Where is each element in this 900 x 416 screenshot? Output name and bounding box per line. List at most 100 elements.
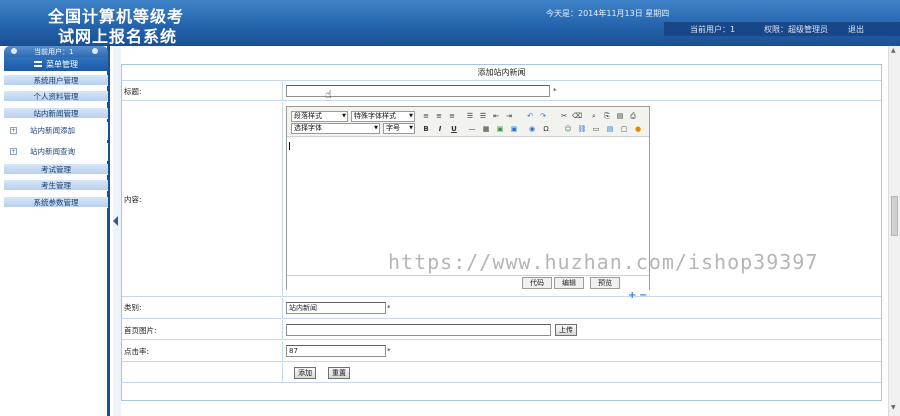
mouse-cursor-icon: ☝ xyxy=(325,88,332,101)
sidebar: 当前用户：1 菜单管理 系统用户管理 个人资料管理 站内新闻管理 + 站内新闻添… xyxy=(0,46,110,416)
current-date: 今天是：2014年11月13日 星期四 xyxy=(546,9,670,18)
align-right-icon[interactable]: ≡ xyxy=(447,111,457,121)
undo-icon[interactable]: ↶ xyxy=(525,111,535,121)
font-size-select[interactable]: 字号 ▼ xyxy=(383,123,415,134)
scroll-thumb[interactable] xyxy=(891,196,898,236)
special-font-select[interactable]: 特殊字体样式 ▼ xyxy=(351,111,415,122)
cut-icon[interactable]: ✂ xyxy=(559,111,569,121)
editor-toolbar: 段落样式 ▼ 特殊字体样式 ▼ 选择字体 ▼ 字号 ▼ ≡ ≡ ≡ ☰ ☰ ⇤ ⇥ ↶ … xyxy=(287,107,649,137)
horizontal-rule-icon[interactable]: — xyxy=(467,124,477,134)
insert-emotion-icon[interactable]: ☺ xyxy=(563,124,573,134)
insert-file-icon[interactable]: ▤ xyxy=(605,124,615,134)
row-clicks: 点击率: * xyxy=(122,341,881,362)
sidebar-item-params[interactable]: 系统参数管理 xyxy=(4,197,108,208)
ordered-list-icon[interactable]: ☰ xyxy=(465,111,475,121)
sidebar-subitem-label: 站内新闻添加 xyxy=(30,126,75,135)
sidebar-item-exam[interactable]: 考试管理 xyxy=(4,164,108,175)
insert-table-icon[interactable]: ▦ xyxy=(481,124,491,134)
find-icon[interactable]: ⌕ xyxy=(589,111,599,121)
current-user: 当前用户：1 xyxy=(690,25,736,34)
category-input[interactable] xyxy=(286,302,386,314)
insert-special-char-icon[interactable]: Ω xyxy=(541,124,551,134)
row-title: 标题: * xyxy=(122,82,881,101)
content-label: 内容: xyxy=(124,195,142,204)
font-size-value: 字号 xyxy=(386,124,400,132)
menu-title[interactable]: 菜单管理 xyxy=(4,57,108,71)
user-role: 权限：超级管理员 xyxy=(764,25,828,34)
category-label: 类别: xyxy=(124,303,142,312)
font-value: 选择字体 xyxy=(294,124,322,132)
sidebar-item-news[interactable]: 站内新闻管理 xyxy=(4,108,108,119)
sidebar-subitem-label: 站内新闻查询 xyxy=(30,147,75,156)
align-left-icon[interactable]: ≡ xyxy=(421,111,431,121)
sidebar-subitem-query-news[interactable]: + 站内新闻查询 xyxy=(4,143,108,161)
add-news-form: 添加站内新闻 标题: * 内容: 段落样式 ▼ 特殊字体样式 ▼ 选择字体 ▼ 字号 ▼… xyxy=(121,64,882,401)
sidebar-item-profile[interactable]: 个人资料管理 xyxy=(4,91,108,102)
scroll-up-icon[interactable]: ▲ xyxy=(891,47,898,55)
indent-icon[interactable]: ⇥ xyxy=(504,111,514,121)
insert-flash-icon[interactable]: ▣ xyxy=(509,124,519,134)
image-path-input[interactable] xyxy=(286,324,551,336)
clicks-input[interactable] xyxy=(286,345,386,357)
clicks-label: 点击率: xyxy=(124,347,150,356)
paste-icon[interactable]: ▤ xyxy=(615,111,625,121)
fullscreen-icon[interactable]: ▢ xyxy=(619,124,629,134)
tab-preview[interactable]: 预览 xyxy=(590,277,620,289)
help-icon[interactable]: ● xyxy=(633,124,643,134)
system-title-line2: 试网上报名系统 xyxy=(58,27,178,46)
align-center-icon[interactable]: ≡ xyxy=(434,111,444,121)
text-caret xyxy=(289,142,290,150)
main-content: 添加站内新闻 标题: * 内容: 段落样式 ▼ 特殊字体样式 ▼ 选择字体 ▼ 字号 ▼… xyxy=(113,46,900,416)
special-font-value: 特殊字体样式 xyxy=(354,112,396,120)
copy-icon[interactable]: ⎘ xyxy=(602,111,612,121)
paragraph-style-value: 段落样式 xyxy=(294,112,322,120)
scroll-down-icon[interactable]: ▼ xyxy=(891,404,898,412)
redo-icon[interactable]: ↷ xyxy=(538,111,548,121)
menu-title-label: 菜单管理 xyxy=(46,60,78,69)
dropdown-icon: ▼ xyxy=(374,125,378,131)
tab-edit[interactable]: 编辑 xyxy=(554,277,584,289)
row-image: 首页图片: 上传 xyxy=(122,320,881,340)
required-mark: * xyxy=(387,304,391,312)
sidebar-user-label: 当前用户：1 xyxy=(34,48,74,56)
reset-button[interactable]: 重置 xyxy=(328,367,350,379)
menu-icon xyxy=(34,61,42,67)
watermark-text: https://www.huzhan.com/ishop39397 xyxy=(388,250,819,274)
vertical-scrollbar[interactable]: ▲ ▼ xyxy=(888,46,900,416)
add-button[interactable]: 添加 xyxy=(294,367,316,379)
app-header: 全国计算机等级考 试网上报名系统 今天是：2014年11月13日 星期四 当前用… xyxy=(0,0,900,46)
splitter[interactable] xyxy=(113,46,121,416)
sidebar-item-system-users[interactable]: 系统用户管理 xyxy=(4,75,108,86)
sidebar-subitem-add-news[interactable]: + 站内新闻添加 xyxy=(4,122,108,140)
collapse-arrow-icon[interactable] xyxy=(113,216,118,226)
unordered-list-icon[interactable]: ☰ xyxy=(478,111,488,121)
image-label: 首页图片: xyxy=(124,326,157,335)
row-actions: 添加 重置 xyxy=(122,363,881,383)
dropdown-icon: ▼ xyxy=(342,113,346,119)
insert-iframe-icon[interactable]: ▭ xyxy=(591,124,601,134)
row-category: 类别: * xyxy=(122,298,881,319)
title-label: 标题: xyxy=(124,87,142,96)
dropdown-icon: ▼ xyxy=(409,125,413,131)
insert-image-icon[interactable]: ▣ xyxy=(495,124,505,134)
print-icon[interactable]: ⎙ xyxy=(628,111,638,121)
insert-media-icon[interactable]: ◉ xyxy=(527,124,537,134)
logout-link[interactable]: 退出 xyxy=(848,24,864,35)
outdent-icon[interactable]: ⇤ xyxy=(491,111,501,121)
upload-button[interactable]: 上传 xyxy=(555,324,577,336)
required-mark: * xyxy=(553,87,557,95)
clear-format-icon[interactable]: ⌫ xyxy=(572,111,582,121)
font-select[interactable]: 选择字体 ▼ xyxy=(291,123,380,134)
required-mark: * xyxy=(387,347,391,355)
dropdown-icon: ▼ xyxy=(409,113,413,119)
dot-icon xyxy=(92,48,98,54)
tab-code[interactable]: 代码 xyxy=(522,277,552,289)
insert-link-icon[interactable]: ⛓ xyxy=(577,124,587,134)
italic-button[interactable]: I xyxy=(435,124,445,134)
bold-button[interactable]: B xyxy=(421,124,431,134)
paragraph-style-select[interactable]: 段落样式 ▼ xyxy=(291,111,348,122)
form-title: 添加站内新闻 xyxy=(122,65,881,81)
expand-icon: + xyxy=(10,148,17,155)
sidebar-item-examinee[interactable]: 考生管理 xyxy=(4,180,108,191)
underline-button[interactable]: U xyxy=(449,124,459,134)
